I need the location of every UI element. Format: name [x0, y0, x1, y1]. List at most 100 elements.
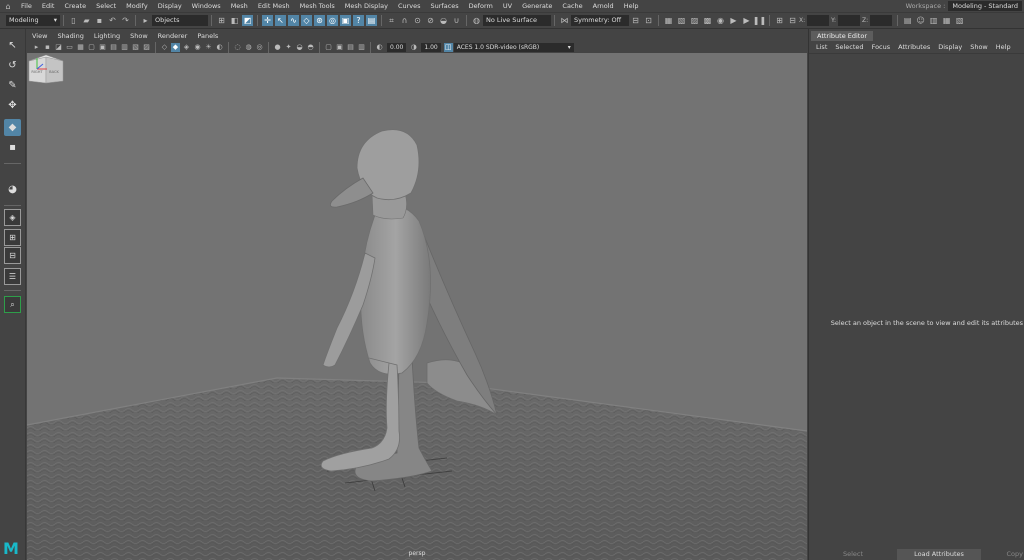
- redo-icon[interactable]: ↷: [120, 15, 131, 26]
- shadows-icon[interactable]: ◐: [215, 43, 224, 52]
- menu-curves[interactable]: Curves: [393, 2, 426, 10]
- rotate-tool-icon[interactable]: ◆: [4, 119, 21, 136]
- menu-create[interactable]: Create: [59, 2, 91, 10]
- lasso-tool-icon[interactable]: ↺: [4, 57, 21, 74]
- four-view-layout-icon[interactable]: ⊞: [4, 229, 21, 246]
- pause-icon[interactable]: ❚❚: [753, 15, 766, 26]
- live-surface-icon[interactable]: ◍: [471, 15, 482, 26]
- render-current-icon[interactable]: ▧: [676, 15, 687, 26]
- anti-aliasing-icon[interactable]: ◒: [295, 43, 304, 52]
- viewport-menu-renderer[interactable]: Renderer: [153, 32, 193, 40]
- gamma-icon[interactable]: ◑: [409, 43, 418, 52]
- menu-edit[interactable]: Edit: [37, 2, 60, 10]
- persp-outliner-layout-icon[interactable]: ⊟: [4, 247, 21, 264]
- viewport-menu-show[interactable]: Show: [125, 32, 153, 40]
- menu-mesh-tools[interactable]: Mesh Tools: [295, 2, 340, 10]
- modeling-toolkit-icon[interactable]: ▤: [902, 15, 913, 26]
- transform-mode-icon[interactable]: ⊟: [787, 15, 798, 26]
- ae-menu-show[interactable]: Show: [966, 43, 992, 51]
- hypershade-icon[interactable]: ◉: [715, 15, 726, 26]
- attribute-editor-tab[interactable]: Attribute Editor: [811, 31, 874, 41]
- z-coordinate-field[interactable]: [870, 15, 893, 26]
- viewport-menu-lighting[interactable]: Lighting: [89, 32, 125, 40]
- snap-view-icon[interactable]: ⊘: [425, 15, 436, 26]
- menu-deform[interactable]: Deform: [464, 2, 498, 10]
- construction-history-icon[interactable]: ⊟: [630, 15, 641, 26]
- gamma-field[interactable]: 1.00: [421, 42, 441, 52]
- select-by-handle-icon[interactable]: ✛: [262, 15, 273, 26]
- field-chart-icon[interactable]: ▥: [120, 43, 129, 52]
- live-surface-field[interactable]: No Live Surface: [483, 15, 551, 26]
- wireframe-on-shaded-icon[interactable]: ◈: [182, 43, 191, 52]
- y-coordinate-field[interactable]: [838, 15, 861, 26]
- menu-windows[interactable]: Windows: [187, 2, 226, 10]
- wireframe-icon[interactable]: ◇: [160, 43, 169, 52]
- select-by-misc-icon[interactable]: ?: [353, 15, 364, 26]
- menu-cache[interactable]: Cache: [557, 2, 587, 10]
- select-camera-icon[interactable]: ▸: [32, 43, 41, 52]
- two-sided-lighting-icon[interactable]: ▥: [357, 43, 366, 52]
- arnold-render-icon[interactable]: ▶: [741, 15, 752, 26]
- textured-icon[interactable]: ◉: [193, 43, 202, 52]
- exposure-field[interactable]: 0.00: [387, 42, 407, 52]
- component-mode-icon[interactable]: ◩: [242, 15, 253, 26]
- menu-mesh[interactable]: Mesh: [226, 2, 253, 10]
- gate-mask-icon[interactable]: ▤: [109, 43, 118, 52]
- copy-tab-button[interactable]: Copy: [981, 549, 1024, 560]
- safe-title-icon[interactable]: ▨: [142, 43, 151, 52]
- ae-menu-selected[interactable]: Selected: [831, 43, 867, 51]
- camera-attributes-icon[interactable]: ▪: [43, 43, 52, 52]
- workspace-dropdown[interactable]: Modeling - Standard: [948, 1, 1022, 11]
- menu-edit-mesh[interactable]: Edit Mesh: [253, 2, 295, 10]
- xray-active-icon[interactable]: ◎: [255, 43, 264, 52]
- scale-tool-icon[interactable]: ▪: [4, 139, 21, 156]
- ae-menu-help[interactable]: Help: [992, 43, 1015, 51]
- select-mode-dropdown[interactable]: Objects: [152, 15, 208, 26]
- render-settings-icon[interactable]: ▩: [702, 15, 713, 26]
- hierarchy-mode-icon[interactable]: ⊞: [216, 15, 227, 26]
- menu-display[interactable]: Display: [153, 2, 187, 10]
- select-by-render-icon[interactable]: ▣: [340, 15, 351, 26]
- select-tool-icon[interactable]: ↖: [4, 37, 21, 54]
- use-all-lights-icon[interactable]: ☀: [204, 43, 213, 52]
- snap-surface-icon[interactable]: ◒: [438, 15, 449, 26]
- motion-blur-icon[interactable]: ✦: [284, 43, 293, 52]
- menuset-dropdown[interactable]: Modeling ▾: [6, 15, 60, 26]
- viewport-menu-panels[interactable]: Panels: [192, 32, 223, 40]
- select-by-deform-icon[interactable]: ⊛: [314, 15, 325, 26]
- select-by-joint-icon[interactable]: ↖: [275, 15, 286, 26]
- xray-icon[interactable]: ◌: [233, 43, 242, 52]
- perspective-viewport[interactable]: RIGHT BACK persp: [27, 53, 807, 560]
- grid-icon[interactable]: ▦: [76, 43, 85, 52]
- snap-curve-icon[interactable]: ∩: [399, 15, 410, 26]
- color-management-icon[interactable]: ◫: [443, 42, 453, 52]
- soft-mod-icon[interactable]: ◕: [4, 181, 21, 198]
- new-scene-icon[interactable]: ▯: [68, 15, 79, 26]
- xray-joints-icon[interactable]: ◍: [244, 43, 253, 52]
- single-perspective-layout-icon[interactable]: ◈: [4, 209, 21, 226]
- snap-point-icon[interactable]: ⊙: [412, 15, 423, 26]
- ambient-occlusion-icon[interactable]: ●: [273, 43, 282, 52]
- search-icon[interactable]: ⌕: [4, 296, 21, 313]
- select-by-surface-icon[interactable]: ◇: [301, 15, 312, 26]
- bookmarks-icon[interactable]: ◪: [54, 43, 63, 52]
- viewport-menu-view[interactable]: View: [27, 32, 52, 40]
- magnet-icon[interactable]: ∪: [451, 15, 462, 26]
- load-attributes-button[interactable]: Load Attributes: [897, 549, 981, 560]
- outliner-layout-icon[interactable]: ☰: [4, 268, 21, 285]
- object-mode-icon[interactable]: ◧: [229, 15, 240, 26]
- menu-surfaces[interactable]: Surfaces: [426, 2, 464, 10]
- camera-lock-icon[interactable]: ⊡: [643, 15, 654, 26]
- menu-modify[interactable]: Modify: [121, 2, 153, 10]
- frame-selection-icon[interactable]: ▤: [346, 43, 355, 52]
- channel-box-icon[interactable]: ▧: [954, 15, 965, 26]
- select-button[interactable]: Select: [809, 549, 897, 560]
- undo-icon[interactable]: ↶: [107, 15, 118, 26]
- view-transform-dropdown[interactable]: ACES 1.0 SDR-video (sRGB) ▾: [453, 42, 574, 52]
- open-scene-icon[interactable]: ▰: [81, 15, 92, 26]
- ae-menu-display[interactable]: Display: [934, 43, 966, 51]
- tool-settings-icon[interactable]: ▦: [941, 15, 952, 26]
- film-gate-icon[interactable]: ▢: [87, 43, 96, 52]
- save-scene-icon[interactable]: ▪: [94, 15, 105, 26]
- menu-mesh-display[interactable]: Mesh Display: [340, 2, 393, 10]
